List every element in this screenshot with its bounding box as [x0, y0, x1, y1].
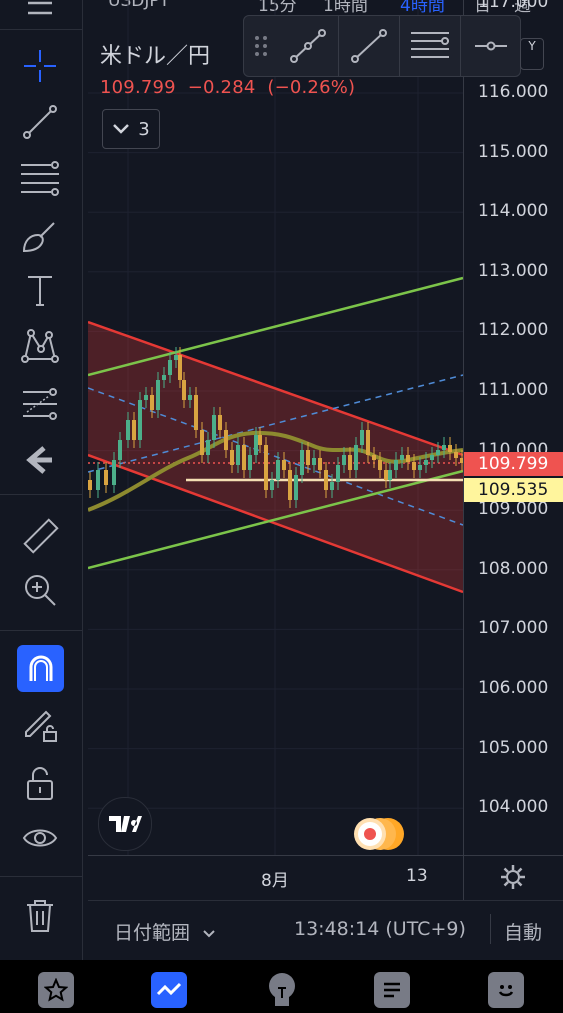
- last-price-tag: 109.799: [464, 452, 563, 476]
- auto-scale-button[interactable]: 自動: [504, 918, 542, 945]
- drawing-toolbar: [243, 15, 521, 77]
- price-axis-border: [463, 0, 464, 900]
- ideas-icon[interactable]: [264, 972, 300, 1008]
- drag-handle-icon[interactable]: [244, 16, 278, 76]
- last-price: 109.799: [100, 77, 176, 98]
- price-change-pct: (−0.26%): [267, 77, 356, 98]
- eye-icon[interactable]: [12, 816, 68, 860]
- scale-select[interactable]: Y: [520, 38, 544, 70]
- menu-icon[interactable]: [12, 0, 68, 32]
- symbol-name[interactable]: 米ドル／円: [100, 38, 210, 70]
- time-tick-13: 13: [406, 866, 428, 886]
- watchlist-icon[interactable]: [38, 972, 74, 1008]
- sidebar-divider: [0, 494, 82, 495]
- price-tick: 105.000: [478, 737, 549, 758]
- price-tick: 114.000: [478, 201, 549, 222]
- news-icon[interactable]: [374, 972, 410, 1008]
- text-icon[interactable]: [12, 268, 68, 312]
- crosshair-icon[interactable]: [12, 44, 68, 88]
- date-range-label: 日付範囲: [114, 922, 191, 944]
- time-axis-border: [88, 855, 563, 856]
- clock-time[interactable]: 13:48:14 (UTC+9): [294, 918, 466, 940]
- sidebar-divider: [0, 29, 82, 30]
- drawing-sidebar: [0, 0, 83, 960]
- time-tick-aug: 8月: [261, 871, 289, 891]
- magnet-icon[interactable]: [17, 645, 64, 692]
- lock-drawing-icon[interactable]: [12, 702, 68, 746]
- support-price-tag: 109.535: [464, 478, 563, 502]
- sidebar-divider: [0, 876, 82, 877]
- fib-retracement-icon[interactable]: [12, 156, 68, 200]
- zoom-in-icon[interactable]: [12, 568, 68, 612]
- scale-select-value: Y: [528, 39, 536, 53]
- brush-icon[interactable]: [12, 214, 68, 258]
- pattern-icon[interactable]: [12, 324, 68, 368]
- indicators-collapse-button[interactable]: 3: [102, 109, 160, 149]
- trend-line-icon[interactable]: [12, 100, 68, 144]
- price-tick: 104.000: [478, 797, 549, 818]
- trend-line-select-icon[interactable]: [278, 16, 338, 76]
- chevron-down-icon: [203, 930, 215, 938]
- price-tick: 113.000: [478, 260, 549, 281]
- price-tick: 109.000: [478, 499, 549, 520]
- tv-logo-icon: [109, 816, 142, 832]
- price-change: −0.284: [187, 77, 256, 98]
- parallel-channel-icon[interactable]: [400, 16, 460, 76]
- profile-icon[interactable]: [488, 972, 524, 1008]
- price-tick: 108.000: [478, 558, 549, 579]
- quote-line: 109.799 −0.284 (−0.26%): [100, 77, 355, 98]
- back-arrow-icon[interactable]: [12, 438, 68, 482]
- price-tick: 116.000: [478, 82, 549, 102]
- price-tick: 106.000: [478, 678, 549, 698]
- price-tick: 111.000: [478, 380, 549, 400]
- date-range-button[interactable]: 日付範囲: [114, 918, 216, 945]
- horizontal-ray-icon[interactable]: [461, 16, 520, 76]
- sidebar-divider: [0, 630, 82, 631]
- replay-record-icon[interactable]: [352, 816, 408, 852]
- ruler-icon[interactable]: [12, 514, 68, 558]
- price-tick: 112.000: [478, 320, 549, 341]
- tradingview-logo[interactable]: [98, 797, 152, 851]
- indicator-count: 3: [138, 118, 150, 140]
- gear-icon[interactable]: [500, 864, 526, 890]
- chevron-down-icon: [113, 124, 130, 134]
- unlock-icon[interactable]: [12, 760, 68, 804]
- range-bar: 日付範囲 13:48:14 (UTC+9) 自動: [88, 900, 563, 961]
- chart-icon[interactable]: [151, 972, 187, 1008]
- trash-icon[interactable]: [12, 894, 68, 938]
- prediction-icon[interactable]: [12, 382, 68, 426]
- price-tick-top: 117.000: [478, 0, 549, 12]
- price-tick: 107.000: [478, 618, 549, 639]
- range-bar-divider: [490, 914, 491, 944]
- price-tick: 115.000: [478, 141, 549, 162]
- trend-line-icon[interactable]: [339, 16, 399, 76]
